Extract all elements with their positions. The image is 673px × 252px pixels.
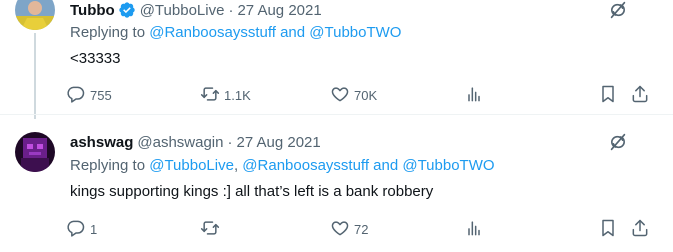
views-icon: [464, 84, 484, 107]
views-button[interactable]: [464, 80, 484, 110]
tweet-ashswag[interactable]: ashswag @ashswagin · 27 Aug 2021 Replyin…: [0, 114, 673, 252]
reply-icon: [66, 84, 86, 107]
share-button[interactable]: [630, 214, 650, 244]
action-bar: 755 1.1K 70K: [66, 80, 658, 110]
display-name[interactable]: ashswag: [70, 134, 133, 151]
retweet-count: 1.1K: [224, 87, 251, 103]
action-bar: 1 72: [66, 214, 658, 244]
like-button[interactable]: 72: [330, 214, 368, 244]
like-icon: [330, 84, 350, 107]
handle[interactable]: @ashswagin: [137, 134, 223, 151]
bookmark-button[interactable]: [598, 80, 618, 110]
reply-count: 1: [90, 221, 98, 237]
reply-mentions-link[interactable]: @Ranboosaysstuff and @TubboTWO: [242, 157, 494, 174]
tweet-header: Tubbo @TubboLive · 27 Aug 2021: [70, 0, 322, 21]
tweet-date[interactable]: 27 Aug 2021: [237, 2, 321, 19]
tweet-tubbo[interactable]: Tubbo @TubboLive · 27 Aug 2021 Replying …: [0, 0, 673, 119]
reply-button[interactable]: 1: [66, 214, 97, 244]
bookmark-button[interactable]: [598, 214, 618, 244]
like-icon: [330, 218, 350, 241]
tweet-date[interactable]: 27 Aug 2021: [236, 134, 320, 151]
reply-mentions-link[interactable]: @Ranboosaysstuff and @TubboTWO: [149, 24, 401, 41]
bookmark-icon: [598, 218, 618, 241]
retweet-icon: [200, 218, 220, 241]
reply-comma: ,: [233, 157, 239, 174]
handle[interactable]: @TubboLive: [140, 2, 225, 19]
avatar[interactable]: [15, 0, 55, 30]
thread-connector-line: [34, 33, 36, 119]
grok-icon[interactable]: [605, 0, 631, 23]
display-name[interactable]: Tubbo: [70, 2, 115, 19]
replying-to-label: Replying to: [70, 157, 146, 174]
replying-to: Replying to @Ranboosaysstuff and @TubboT…: [70, 24, 401, 41]
share-icon: [630, 218, 650, 241]
retweet-button[interactable]: [200, 214, 224, 244]
share-button[interactable]: [630, 80, 650, 110]
tweet-header: ashswag @ashswagin · 27 Aug 2021: [70, 131, 321, 153]
separator-dot: ·: [227, 133, 233, 151]
avatar[interactable]: [15, 132, 55, 172]
share-icon: [630, 84, 650, 107]
views-button[interactable]: [464, 214, 484, 244]
retweet-icon: [200, 84, 220, 107]
like-count: 70K: [354, 87, 378, 103]
retweet-button[interactable]: 1.1K: [200, 80, 251, 110]
reply-count: 755: [90, 87, 112, 103]
replying-to-label: Replying to: [70, 24, 146, 41]
views-icon: [464, 218, 484, 241]
separator-dot: ·: [228, 1, 234, 19]
like-count: 72: [354, 221, 369, 237]
verified-badge-icon: [118, 1, 136, 19]
replying-to: Replying to @TubboLive, @Ranboosaysstuff…: [70, 157, 495, 174]
bookmark-icon: [598, 84, 618, 107]
tweet-text: <33333: [70, 50, 121, 67]
like-button[interactable]: 70K: [330, 80, 377, 110]
reply-button[interactable]: 755: [66, 80, 112, 110]
tweet-text: kings supporting kings :] all that’s lef…: [70, 183, 434, 200]
grok-icon[interactable]: [605, 129, 631, 155]
reply-mention-link[interactable]: @TubboLive: [149, 157, 234, 174]
reply-icon: [66, 218, 86, 241]
